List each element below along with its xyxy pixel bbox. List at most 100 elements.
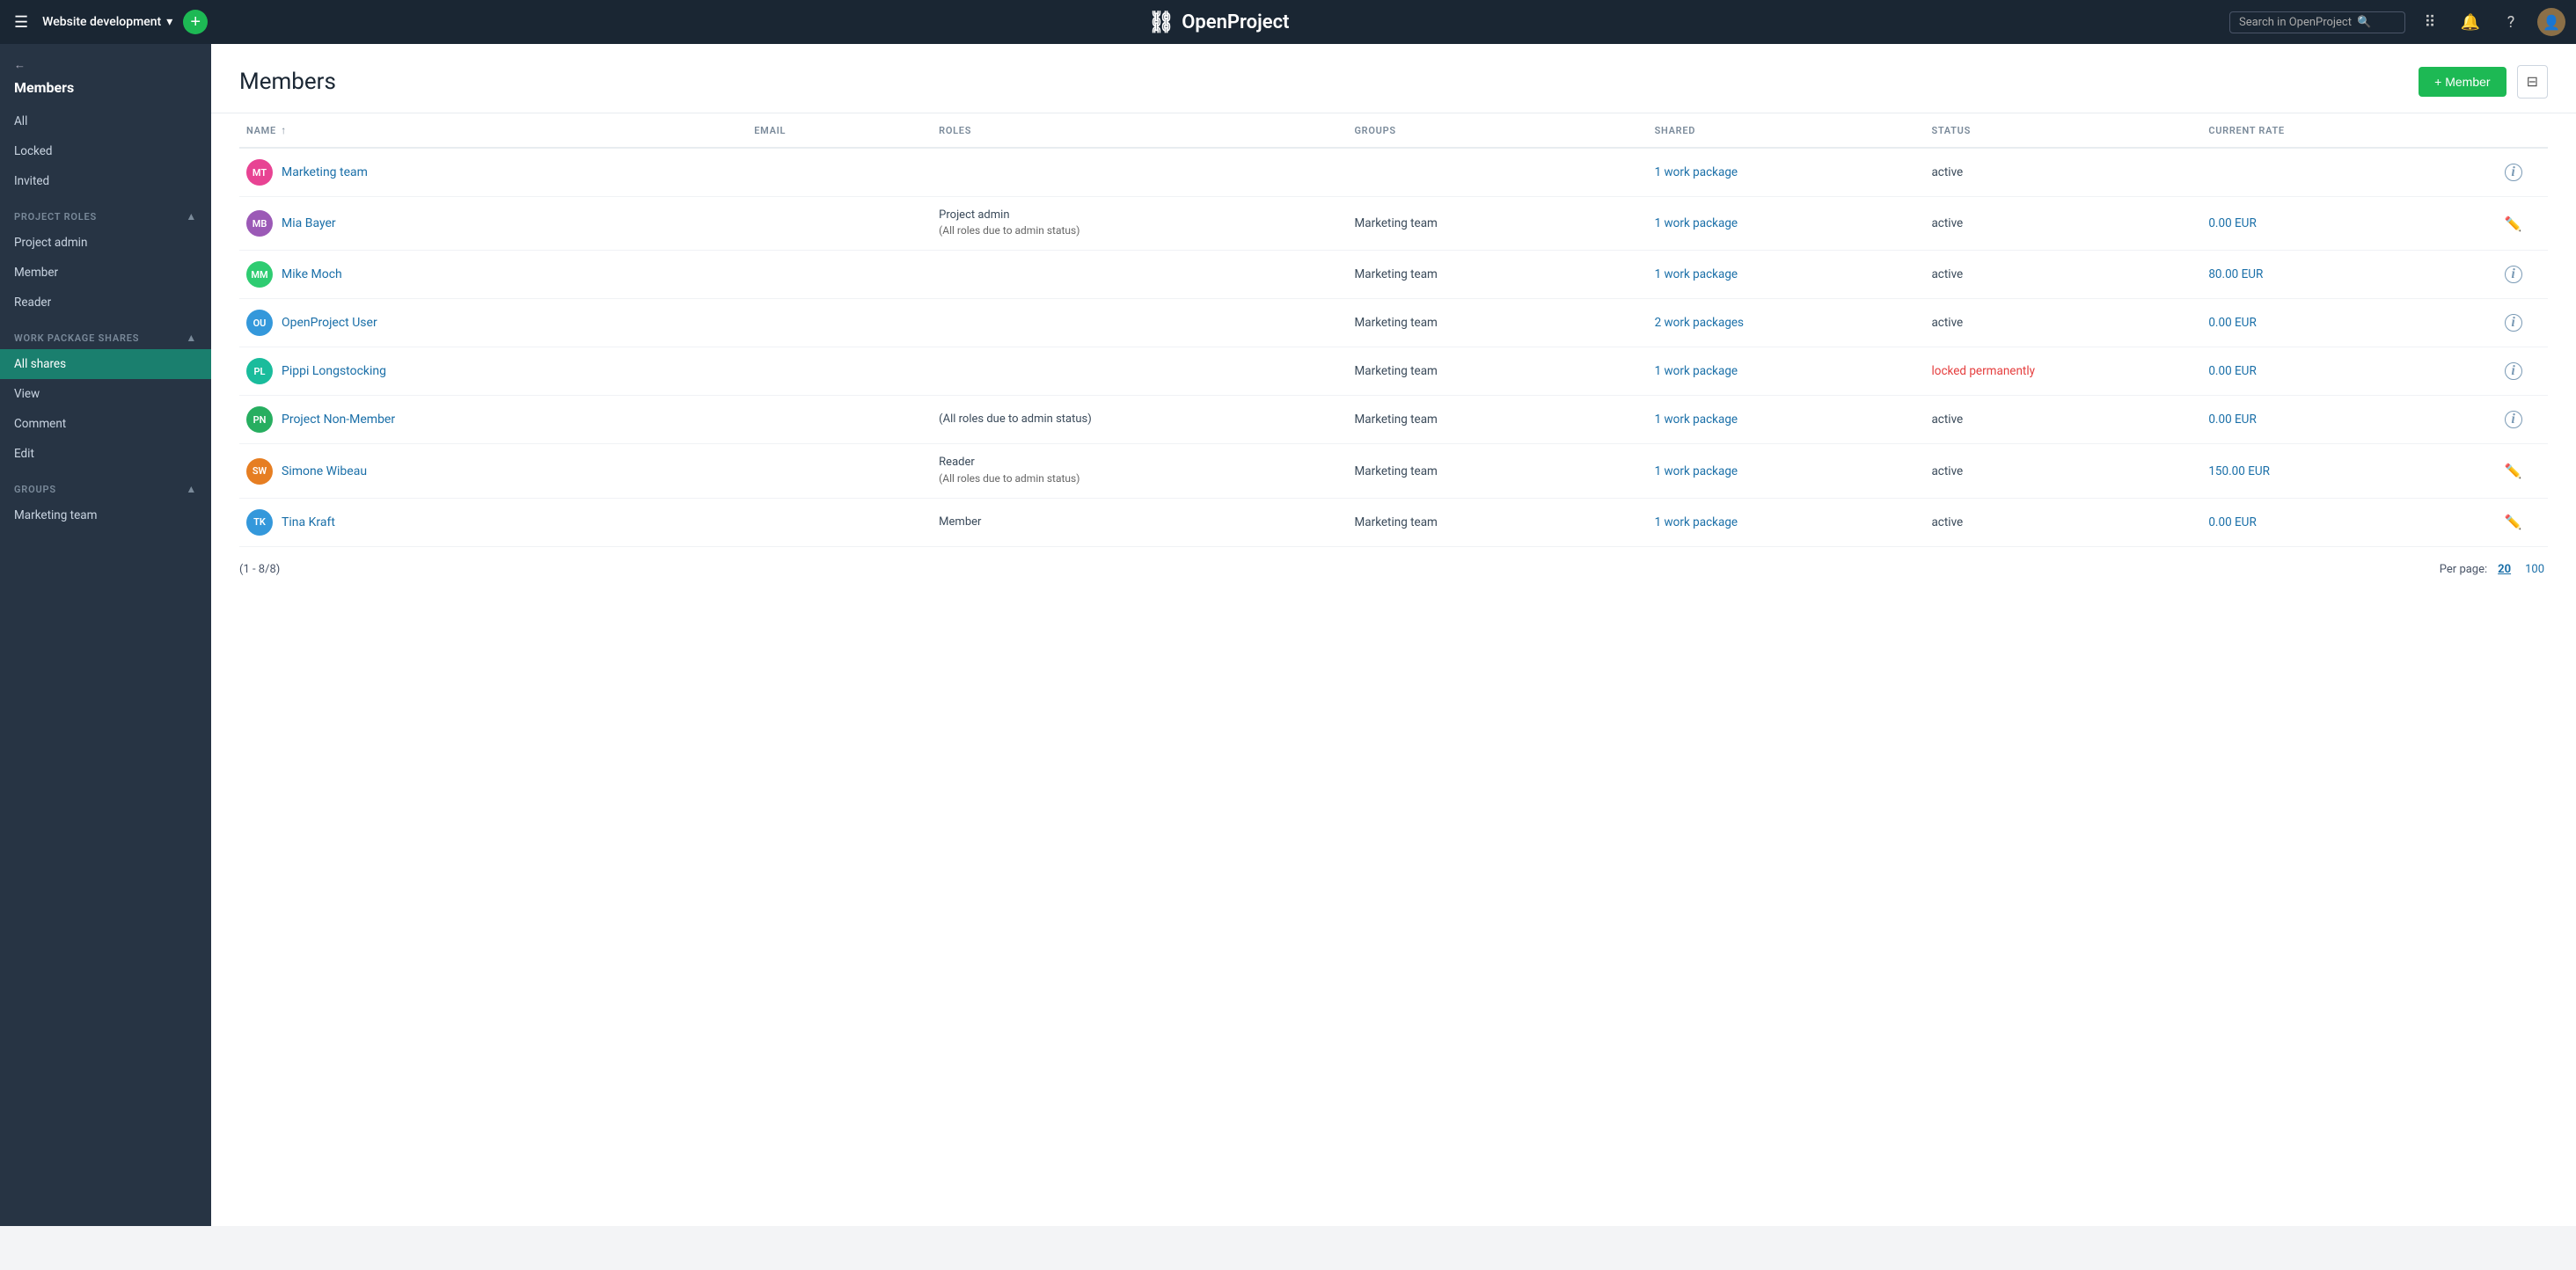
menu-icon[interactable]: ☰ <box>11 10 32 35</box>
shared-link[interactable]: 1 work package <box>1655 216 1738 230</box>
groups-cell: Marketing team <box>1347 347 1647 396</box>
info-icon[interactable]: i <box>2505 411 2522 428</box>
add-button[interactable]: + <box>183 10 208 34</box>
avatar: MB <box>246 210 273 237</box>
rate-value[interactable]: 80.00 EUR <box>2208 267 2263 281</box>
collapse-icon[interactable]: ▲ <box>186 483 197 495</box>
sidebar-item-project-admin[interactable]: Project admin <box>0 228 211 258</box>
info-icon[interactable]: i <box>2505 362 2522 380</box>
email-cell <box>747 197 932 251</box>
edit-icon[interactable]: ✏️ <box>2505 215 2522 232</box>
search-bar[interactable]: Search in OpenProject 🔍 <box>2229 11 2405 33</box>
sidebar: ← Members All Locked Invited PROJECT ROL… <box>0 44 211 1226</box>
collapse-icon[interactable]: ▲ <box>186 332 197 344</box>
shared-link[interactable]: 2 work packages <box>1655 316 1744 330</box>
col-label: STATUS <box>1931 125 1971 136</box>
sidebar-item-edit[interactable]: Edit <box>0 439 211 469</box>
sidebar-item-label: Comment <box>14 417 66 431</box>
grid-icon[interactable]: ⠿ <box>2416 8 2444 36</box>
add-member-button[interactable]: + Member <box>2419 67 2506 97</box>
sidebar-item-locked[interactable]: Locked <box>0 136 211 166</box>
sidebar-item-member[interactable]: Member <box>0 258 211 288</box>
member-name[interactable]: PL Pippi Longstocking <box>246 358 740 384</box>
sidebar-back[interactable]: ← <box>0 44 211 79</box>
shared-cell: 1 work package <box>1648 197 1925 251</box>
shared-link[interactable]: 1 work package <box>1655 267 1738 281</box>
members-table: NAME ↑ EMAIL ROLES GROUPS <box>239 113 2548 547</box>
rate-cell: 0.00 EUR <box>2201 498 2478 546</box>
col-name[interactable]: NAME ↑ <box>239 113 747 148</box>
table-head: NAME ↑ EMAIL ROLES GROUPS <box>239 113 2548 148</box>
action-cell: i <box>2478 347 2548 396</box>
status-cell: active <box>1924 148 2201 197</box>
col-status: STATUS <box>1924 113 2201 148</box>
help-icon[interactable]: ? <box>2497 8 2525 36</box>
edit-icon[interactable]: ✏️ <box>2505 463 2522 479</box>
email-cell <box>747 396 932 444</box>
filter-button[interactable]: ⊟ <box>2517 65 2548 99</box>
email-cell <box>747 299 932 347</box>
name-text: Tina Kraft <box>282 515 335 529</box>
avatar: PN <box>246 406 273 433</box>
name-text: Mike Moch <box>282 267 342 281</box>
shared-link[interactable]: 1 work package <box>1655 464 1738 478</box>
shared-link[interactable]: 1 work package <box>1655 165 1738 179</box>
members-table-container: NAME ↑ EMAIL ROLES GROUPS <box>211 113 2576 547</box>
member-name[interactable]: MM Mike Moch <box>246 261 740 288</box>
member-name[interactable]: PN Project Non-Member <box>246 406 740 433</box>
member-name[interactable]: MT Marketing team <box>246 159 740 186</box>
shared-link[interactable]: 1 work package <box>1655 412 1738 427</box>
rate-value[interactable]: 0.00 EUR <box>2208 412 2256 427</box>
info-icon[interactable]: i <box>2505 266 2522 283</box>
sidebar-item-marketing-team[interactable]: Marketing team <box>0 500 211 530</box>
member-name[interactable]: OU OpenProject User <box>246 310 740 336</box>
sidebar-item-all-shares[interactable]: All shares <box>0 349 211 379</box>
groups-cell: Marketing team <box>1347 396 1647 444</box>
email-cell <box>747 251 932 299</box>
rate-value[interactable]: 0.00 EUR <box>2208 316 2256 330</box>
sidebar-item-view[interactable]: View <box>0 379 211 409</box>
project-selector[interactable]: Website development ▾ <box>42 15 172 29</box>
section-label: WORK PACKAGE SHARES <box>14 332 139 344</box>
rate-value[interactable]: 0.00 EUR <box>2208 216 2256 230</box>
avatar[interactable]: 👤 <box>2537 8 2565 36</box>
sidebar-item-invited[interactable]: Invited <box>0 166 211 196</box>
shared-link[interactable]: 1 work package <box>1655 364 1738 378</box>
per-page-20[interactable]: 20 <box>2494 561 2514 578</box>
status-badge: active <box>1931 316 1963 330</box>
roles-cell: Member <box>932 498 1347 546</box>
sidebar-item-all[interactable]: All <box>0 106 211 136</box>
col-label: ROLES <box>939 125 971 136</box>
rate-value[interactable]: 0.00 EUR <box>2208 364 2256 378</box>
col-label: EMAIL <box>754 125 786 136</box>
sidebar-item-reader[interactable]: Reader <box>0 288 211 318</box>
rate-cell: 0.00 EUR <box>2201 396 2478 444</box>
col-email: EMAIL <box>747 113 932 148</box>
edit-icon[interactable]: ✏️ <box>2505 514 2522 530</box>
member-name[interactable]: TK Tina Kraft <box>246 509 740 536</box>
status-cell: active <box>1924 444 2201 498</box>
logo-icon: ⛓ <box>1148 10 1175 34</box>
member-name[interactable]: SW Simone Wibeau <box>246 458 740 485</box>
notification-icon[interactable]: 🔔 <box>2456 8 2485 36</box>
info-icon[interactable]: i <box>2505 314 2522 332</box>
member-name[interactable]: MB Mia Bayer <box>246 210 740 237</box>
groups-cell: Marketing team <box>1347 197 1647 251</box>
rate-value[interactable]: 0.00 EUR <box>2208 515 2256 529</box>
main-header: Members + Member ⊟ <box>211 44 2576 113</box>
avatar: OU <box>246 310 273 336</box>
shared-link[interactable]: 1 work package <box>1655 515 1738 529</box>
per-page-100[interactable]: 100 <box>2521 561 2548 578</box>
info-icon[interactable]: i <box>2505 164 2522 181</box>
collapse-icon[interactable]: ▲ <box>186 210 197 223</box>
action-cell: i <box>2478 148 2548 197</box>
role-text: Reader(All roles due to admin status) <box>939 455 1340 486</box>
sidebar-item-label: All <box>14 114 27 128</box>
header-actions: + Member ⊟ <box>2419 65 2548 99</box>
roles-cell <box>932 299 1347 347</box>
email-cell <box>747 148 932 197</box>
name-text: Pippi Longstocking <box>282 364 386 378</box>
section-label: PROJECT ROLES <box>14 211 97 223</box>
sidebar-item-comment[interactable]: Comment <box>0 409 211 439</box>
rate-value[interactable]: 150.00 EUR <box>2208 464 2270 478</box>
